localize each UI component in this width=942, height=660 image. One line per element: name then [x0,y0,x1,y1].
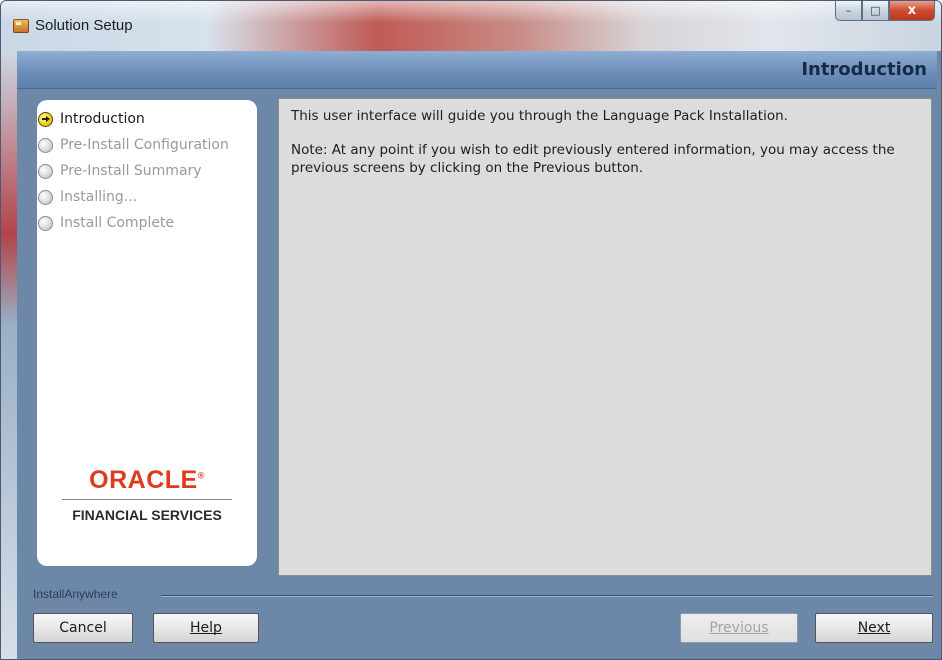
trademark-mark: ® [197,470,205,481]
current-step-arrow-icon [38,111,53,127]
step-label: Pre-Install Configuration [60,137,229,153]
pending-step-circle-icon [38,189,53,205]
pending-step-circle-icon [38,215,53,231]
help-button[interactable]: Help [153,613,259,643]
cancel-label: Cancel [59,620,107,636]
footer-divider [161,595,933,597]
step-label: Introduction [60,111,145,127]
pending-step-circle-icon [38,163,53,179]
logo-divider [62,499,232,500]
step-label: Install Complete [60,215,175,231]
note-text: Note: At any point if you wish to edit p… [291,142,895,176]
minimize-button[interactable]: – [835,1,862,21]
help-label: Help [190,620,222,636]
cancel-button[interactable]: Cancel [33,613,133,643]
next-label: Next [857,620,891,636]
content-text: This user interface will guide you throu… [291,107,901,193]
header-band: Introduction [17,51,937,89]
step-label: Pre-Install Summary [60,163,202,179]
step-list: Introduction Pre-Install Configuration P… [37,106,229,236]
steps-panel: Introduction Pre-Install Configuration P… [37,100,257,566]
close-button[interactable]: x [889,1,935,21]
oracle-financial-services-logo: ORACLE® FINANCIAL SERVICES [37,466,257,523]
step-pre-install-summary: Pre-Install Summary [37,158,229,184]
oracle-wordmark: ORACLE® [37,466,257,495]
oracle-brand: ORACLE [89,466,198,494]
app-icon [13,19,29,33]
page-title: Introduction [801,59,927,80]
window-title: Solution Setup [35,17,133,34]
logo-subtitle: FINANCIAL SERVICES [72,507,222,523]
installer-window: Solution Setup – □ x Introduction Introd… [0,0,942,660]
step-install-complete: Install Complete [37,210,229,236]
intro-text: This user interface will guide you throu… [291,108,788,124]
step-label: Installing... [60,189,138,205]
step-introduction: Introduction [37,106,229,132]
previous-button[interactable]: Previous [680,613,798,643]
installer-brand-label: InstallAnywhere [33,587,118,601]
window-controls: – □ x [835,1,935,23]
window-left-border [1,51,17,659]
maximize-button[interactable]: □ [862,1,889,21]
step-pre-install-configuration: Pre-Install Configuration [37,132,229,158]
title-bar[interactable]: Solution Setup – □ x [1,1,941,51]
previous-label: Previous [709,620,769,636]
next-button[interactable]: Next [815,613,933,643]
pending-step-circle-icon [38,137,53,153]
content-panel: This user interface will guide you throu… [278,98,932,576]
step-installing: Installing... [37,184,229,210]
